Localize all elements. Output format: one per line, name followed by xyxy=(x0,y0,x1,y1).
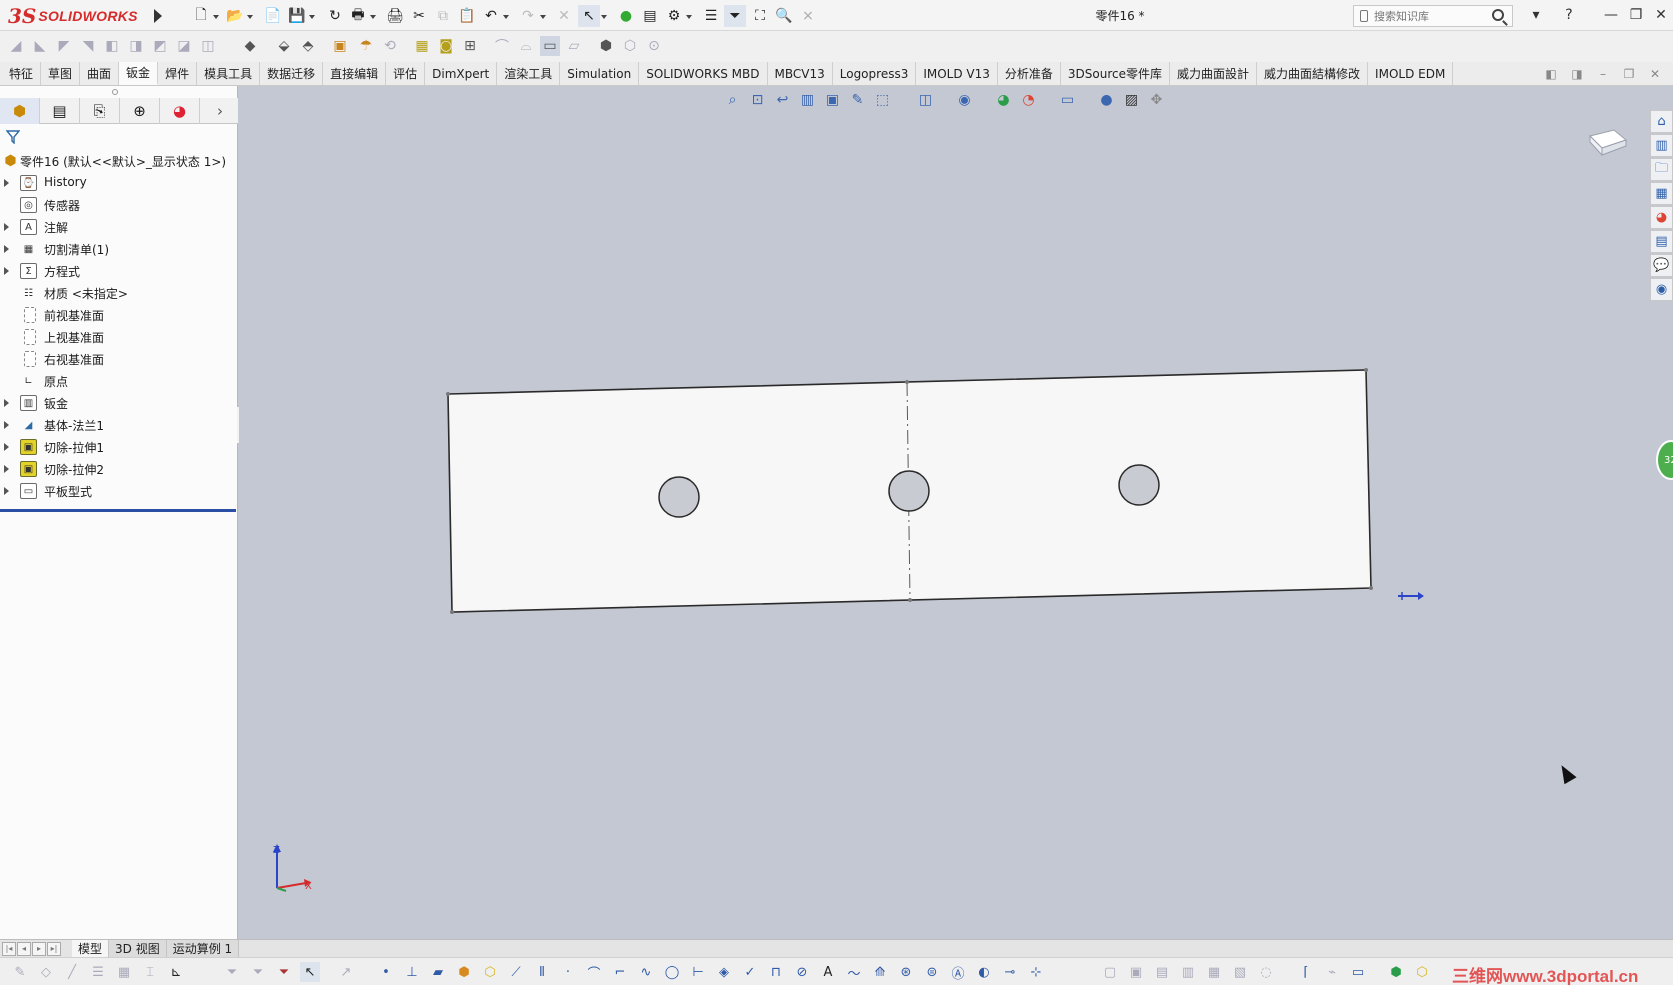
dimension-tool-icon[interactable]: ⊓ xyxy=(766,962,786,982)
corner-rect-icon[interactable]: ⌐ xyxy=(610,962,630,982)
draft-tool-icon[interactable]: ▣ xyxy=(1126,962,1146,982)
section-tool-icon[interactable]: ◐ xyxy=(974,962,994,982)
inspect-tool-icon[interactable]: ⊘ xyxy=(792,962,812,982)
sketch-3d-icon[interactable]: ⌈ xyxy=(1296,962,1316,982)
view-palette-tab-icon[interactable]: ▦ xyxy=(1650,182,1673,205)
display-tool-icon[interactable]: ▭ xyxy=(1348,962,1368,982)
fillet-tool-icon[interactable]: ◌ xyxy=(1256,962,1276,982)
prev-tab-icon[interactable]: ◂ xyxy=(17,941,31,956)
point-sketch-icon[interactable]: · xyxy=(558,962,578,982)
trim-tool-icon[interactable]: ⊢ xyxy=(688,962,708,982)
appearances-icon[interactable]: ◕ xyxy=(1650,206,1673,229)
bottom-toolbar: ✎ ◇ ╱ ☰ ▦ ⌶ ⊾ ⏷ ⏷ ⏷ ↖ ↗ • ⊥ ▰ ⬢ ⬡ ⟋ ⫴ · … xyxy=(0,957,1673,985)
mounting-hole-center[interactable] xyxy=(888,470,930,512)
mounting-hole-right[interactable] xyxy=(1118,464,1160,506)
shell-tool-icon[interactable]: ▢ xyxy=(1100,962,1120,982)
task-pane-tabs: ⌂ ▥ 🗀 ▦ ◕ ▤ 💬 ◉ xyxy=(1650,110,1673,302)
rib-tool-icon[interactable]: ▤ xyxy=(1152,962,1172,982)
pin-tool-icon[interactable]: ⊹ xyxy=(1026,962,1046,982)
measure-tool-icon[interactable]: ⌶ xyxy=(140,962,160,982)
spline-tool-icon[interactable]: ∿ xyxy=(636,962,656,982)
mounting-hole-left[interactable] xyxy=(658,476,700,518)
smart-dimension-tool-icon[interactable]: ◇ xyxy=(36,962,56,982)
filter-tool3-icon[interactable]: ⏷ xyxy=(274,962,294,982)
site-watermark: 三维网www.3dportal.cn xyxy=(1452,967,1639,985)
line-tool-icon[interactable]: ╱ xyxy=(62,962,82,982)
grid-tool-icon[interactable]: ☰ xyxy=(88,962,108,982)
move-tool-icon[interactable]: ⊸ xyxy=(1000,962,1020,982)
first-tab-icon[interactable]: |◂ xyxy=(2,941,16,956)
tab-navigation-arrows: |◂ ◂ ▸ ▸| xyxy=(2,941,62,956)
custom-properties-icon[interactable]: ▤ xyxy=(1650,230,1673,253)
tab-model[interactable]: 模型 xyxy=(72,940,110,957)
home-icon[interactable]: ⌂ xyxy=(1650,110,1673,133)
dome-tool-icon[interactable]: ▦ xyxy=(1204,962,1224,982)
revolve-tool-icon[interactable]: ⬡ xyxy=(480,962,500,982)
origin-marker-icon xyxy=(1398,592,1424,600)
extrude-tool-icon[interactable]: ⬢ xyxy=(454,962,474,982)
bottom-view-tabs: |◂ ◂ ▸ ▸| 模型 3D 视图 运动算例 1 xyxy=(0,939,1673,957)
rapid-sketch-icon[interactable]: ⌁ xyxy=(1322,962,1342,982)
offset-tool-icon[interactable]: ◈ xyxy=(714,962,734,982)
freehand-tool-icon[interactable]: 〜 xyxy=(844,962,864,982)
flex-tool-icon[interactable]: ▧ xyxy=(1230,962,1250,982)
tab-motion-study[interactable]: 运动算例 1 xyxy=(166,940,240,957)
arc-tool-icon[interactable]: ⌒ xyxy=(584,962,604,982)
plane-tool-icon[interactable]: ▰ xyxy=(428,962,448,982)
triad-x-label: X xyxy=(305,881,312,892)
sweep-tool-icon[interactable]: ⊜ xyxy=(922,962,942,982)
annotation-tool-icon[interactable]: Ⓐ xyxy=(948,962,968,982)
loft-tool-icon[interactable]: ⊛ xyxy=(896,962,916,982)
filter-tool2-icon[interactable]: ⏷ xyxy=(248,962,268,982)
check-tool-icon[interactable]: ✓ xyxy=(740,962,760,982)
select-other-icon[interactable]: ↗ xyxy=(336,962,356,982)
curve-tool-icon[interactable]: ⟰ xyxy=(870,962,890,982)
axis-tool-icon[interactable]: ⊥ xyxy=(402,962,422,982)
solidworks-resources-icon[interactable]: ◉ xyxy=(1650,278,1673,301)
assembly-tool-icon[interactable]: ⬢ xyxy=(1386,962,1406,982)
last-tab-icon[interactable]: ▸| xyxy=(47,941,61,956)
filter-tool-icon[interactable]: ⏷ xyxy=(222,962,242,982)
tab-3d-view[interactable]: 3D 视图 xyxy=(109,940,167,957)
next-tab-icon[interactable]: ▸ xyxy=(32,941,46,956)
point-tool-icon[interactable]: • xyxy=(376,962,396,982)
forum-icon[interactable]: 💬 xyxy=(1650,254,1673,277)
view-cube-icon[interactable] xyxy=(1588,128,1628,158)
design-library-icon[interactable]: ▥ xyxy=(1650,134,1673,157)
sketch-tool-icon[interactable]: ✎ xyxy=(10,962,30,982)
text-tool-icon[interactable]: A xyxy=(818,962,838,982)
pattern-tool-icon[interactable]: ▦ xyxy=(114,962,134,982)
triad-z-label: Z xyxy=(273,845,280,856)
mirror-tool-icon[interactable]: ⫴ xyxy=(532,962,552,982)
line-sketch-icon[interactable]: ⟋ xyxy=(506,962,526,982)
part-graphics: Z X xyxy=(273,368,1424,892)
file-explorer-icon[interactable]: 🗀 xyxy=(1650,158,1673,181)
part-tool-icon[interactable]: ⬡ xyxy=(1412,962,1432,982)
coordinate-system-icon[interactable]: ⊾ xyxy=(166,962,186,982)
wrap-tool-icon[interactable]: ▥ xyxy=(1178,962,1198,982)
circle-tool-icon[interactable]: ◯ xyxy=(662,962,682,982)
select-tool-icon[interactable]: ↖ xyxy=(300,962,320,982)
